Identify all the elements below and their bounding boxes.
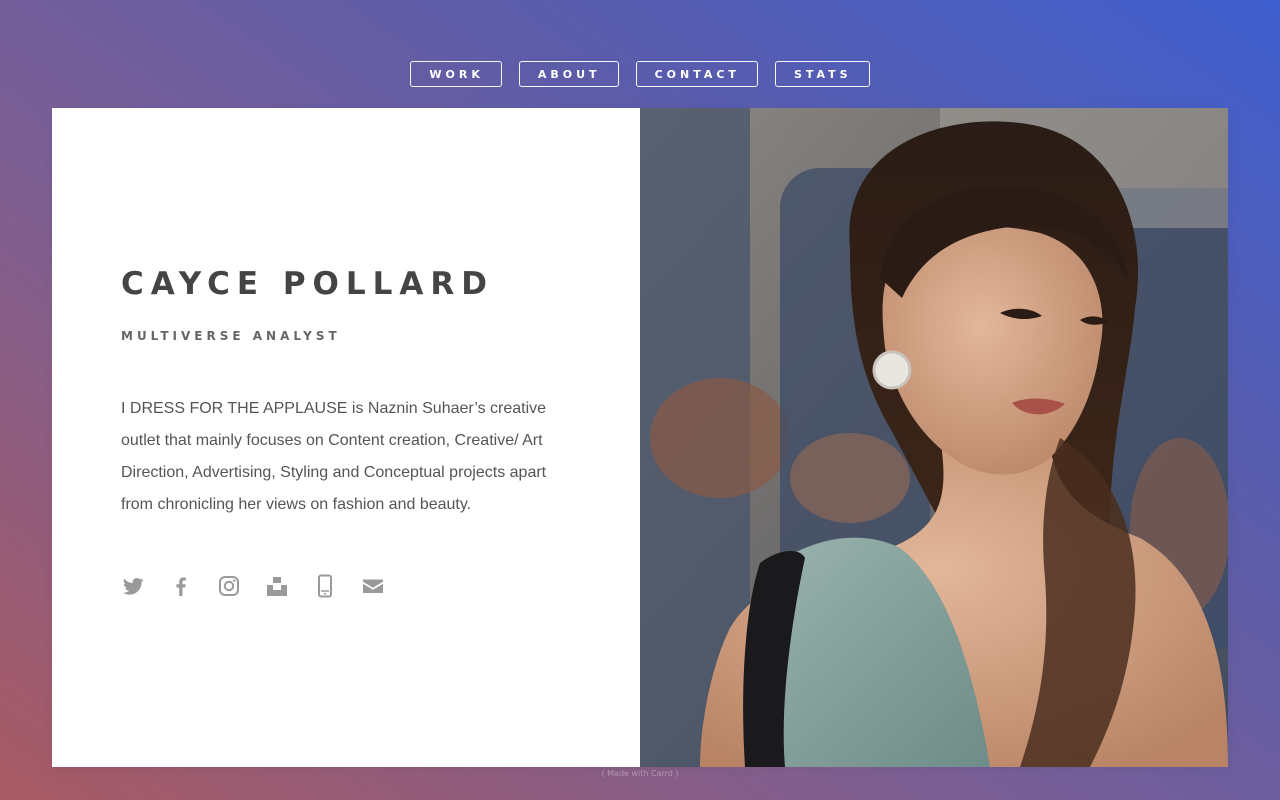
nav-contact-button[interactable]: CONTACT [635, 61, 758, 87]
twitter-icon[interactable] [121, 574, 145, 598]
nav-about-button[interactable]: ABOUT [518, 61, 619, 87]
instagram-icon[interactable] [217, 574, 241, 598]
phone-icon[interactable] [313, 574, 337, 598]
profile-name: CAYCE POLLARD [121, 266, 495, 302]
email-icon[interactable] [361, 574, 385, 598]
nav-work-button[interactable]: WORK [410, 61, 502, 87]
profile-title: MULTIVERSE ANALYST [121, 329, 341, 343]
portrait-image [640, 108, 1228, 767]
facebook-icon[interactable] [169, 574, 193, 598]
top-navigation: WORK ABOUT CONTACT STATS [0, 61, 1280, 87]
profile-photo [640, 108, 1228, 767]
profile-card: CAYCE POLLARD MULTIVERSE ANALYST I DRESS… [52, 108, 1228, 767]
profile-info-panel: CAYCE POLLARD MULTIVERSE ANALYST I DRESS… [52, 108, 640, 767]
footer-credit[interactable]: ( Made with Carrd ) [0, 769, 1280, 778]
nav-stats-button[interactable]: STATS [774, 61, 870, 87]
social-links [121, 574, 385, 598]
profile-bio: I DRESS FOR THE APPLAUSE is Naznin Suhae… [121, 400, 547, 513]
unsplash-icon[interactable] [265, 574, 289, 598]
